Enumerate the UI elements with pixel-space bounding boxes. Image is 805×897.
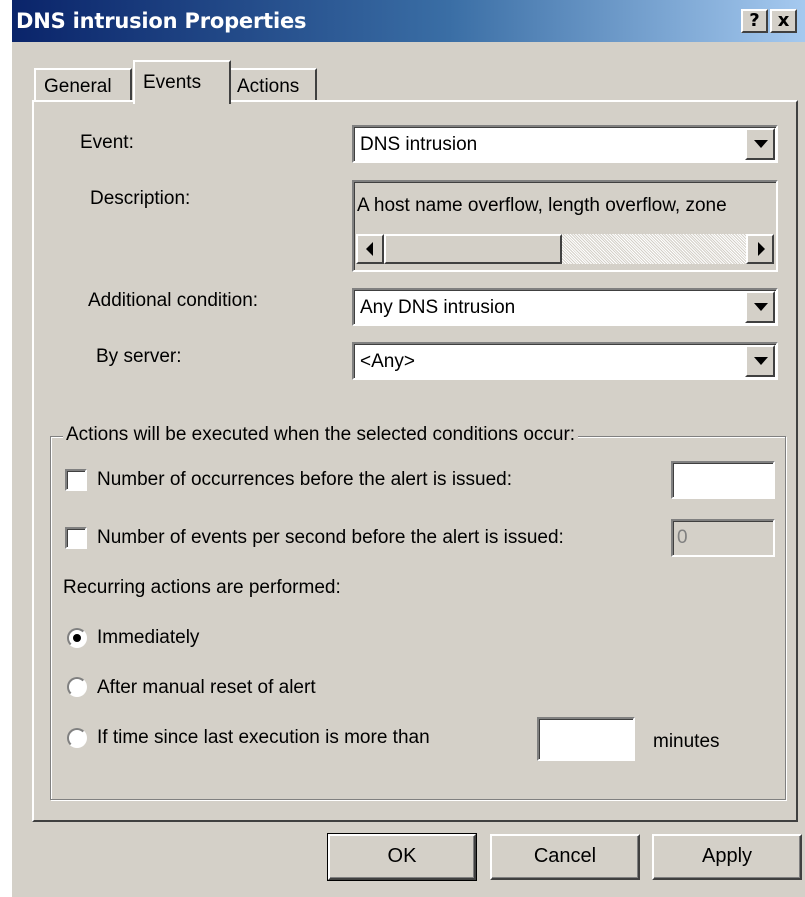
tab-events[interactable]: Events (133, 60, 231, 104)
description-text: A host name overflow, length overflow, z… (357, 195, 727, 216)
event-label: Event: (80, 132, 134, 153)
immediately-radio[interactable] (67, 628, 87, 648)
cancel-button[interactable]: Cancel (490, 834, 640, 880)
chevron-down-icon[interactable] (745, 345, 775, 377)
manual-reset-label: After manual reset of alert (97, 677, 316, 698)
event-dropdown[interactable]: DNS intrusion (352, 125, 778, 163)
additional-condition-value: Any DNS intrusion (360, 297, 516, 318)
event-dropdown-value: DNS intrusion (360, 134, 478, 155)
apply-button[interactable]: Apply (652, 834, 802, 880)
ok-button[interactable]: OK (327, 833, 477, 881)
title-bar[interactable]: DNS intrusion Properties ? x (12, 0, 805, 42)
events-per-second-checkbox[interactable] (65, 527, 87, 549)
events-tab-panel: Event: DNS intrusion Description: A host… (32, 100, 798, 822)
events-per-second-input[interactable]: 0 (671, 519, 775, 557)
occurrences-input[interactable] (671, 461, 775, 499)
window-title: DNS intrusion Properties (16, 9, 307, 33)
time-since-label: If time since last execution is more tha… (97, 727, 430, 748)
close-button[interactable]: x (770, 9, 797, 33)
chevron-down-icon[interactable] (745, 128, 775, 160)
occurrences-checkbox[interactable] (65, 469, 87, 491)
conditions-group: Actions will be executed when the select… (50, 424, 786, 800)
tab-actions[interactable]: Actions (227, 68, 317, 102)
additional-condition-dropdown[interactable]: Any DNS intrusion (352, 288, 778, 326)
recurring-label: Recurring actions are performed: (63, 577, 341, 598)
chevron-down-icon[interactable] (745, 291, 775, 323)
by-server-dropdown[interactable]: <Any> (352, 342, 778, 380)
by-server-value: <Any> (360, 351, 415, 372)
horizontal-scrollbar[interactable] (356, 234, 774, 264)
scroll-left-icon[interactable] (356, 234, 384, 264)
immediately-label: Immediately (97, 627, 200, 648)
manual-reset-radio[interactable] (67, 677, 87, 697)
additional-condition-label: Additional condition: (88, 290, 259, 311)
occurrences-label: Number of occurrences before the alert i… (97, 469, 513, 490)
description-box: A host name overflow, length overflow, z… (352, 180, 778, 272)
tab-general[interactable]: General (34, 68, 132, 102)
conditions-group-title: Actions will be executed when the select… (63, 424, 579, 446)
time-since-radio[interactable] (67, 728, 87, 748)
minutes-input[interactable] (537, 717, 635, 761)
events-per-second-label: Number of events per second before the a… (97, 527, 564, 548)
minutes-label: minutes (653, 731, 720, 752)
by-server-label: By server: (96, 346, 182, 367)
help-button[interactable]: ? (741, 9, 768, 33)
description-label: Description: (90, 188, 191, 209)
scroll-right-icon[interactable] (746, 234, 774, 264)
properties-dialog: DNS intrusion Properties ? x General Eve… (10, 0, 805, 897)
scroll-thumb[interactable] (384, 234, 562, 264)
